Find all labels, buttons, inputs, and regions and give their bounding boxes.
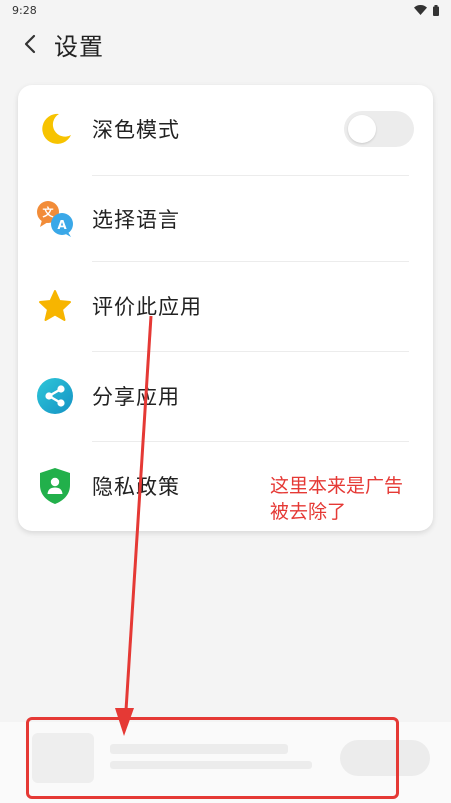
settings-item-language[interactable]: 文 A 选择语言 — [18, 175, 433, 263]
status-time: 9:28 — [12, 3, 37, 17]
settings-item-share-app[interactable]: 分享应用 — [18, 352, 433, 440]
shield-user-icon — [36, 467, 74, 505]
translate-icon: 文 A — [36, 200, 74, 238]
annotation-line: 这里本来是广告 — [270, 475, 404, 497]
settings-item-label: 选择语言 — [92, 208, 180, 232]
settings-item-dark-mode[interactable]: 深色模式 — [18, 85, 433, 173]
settings-item-label: 深色模式 — [92, 118, 180, 142]
settings-item-label: 隐私政策 — [92, 475, 180, 499]
annotation-highlight-box — [26, 717, 399, 799]
annotation-text: 这里本来是广告 被去除了 — [270, 473, 403, 525]
annotation-line: 被去除了 — [270, 501, 347, 523]
wifi-icon — [414, 5, 427, 15]
moon-icon — [36, 110, 74, 148]
svg-text:A: A — [57, 218, 67, 232]
status-bar: 9:28 — [0, 0, 451, 20]
settings-item-label: 分享应用 — [92, 385, 180, 409]
dark-mode-toggle[interactable] — [344, 111, 414, 147]
share-icon — [36, 377, 74, 415]
battery-icon — [433, 4, 439, 16]
settings-card: 深色模式 文 A 选择语言 评价此应用 分享应用 隐私政策 — [18, 85, 433, 531]
star-icon — [36, 287, 74, 325]
settings-item-label: 评价此应用 — [92, 295, 202, 319]
svg-text:文: 文 — [43, 205, 55, 219]
page-title: 设置 — [54, 32, 104, 61]
settings-item-rate-app[interactable]: 评价此应用 — [18, 262, 433, 350]
status-icons — [414, 4, 439, 16]
toggle-knob — [348, 115, 376, 143]
chevron-left-icon — [24, 34, 36, 54]
back-button[interactable] — [10, 24, 50, 64]
app-bar: 设置 — [0, 24, 451, 64]
